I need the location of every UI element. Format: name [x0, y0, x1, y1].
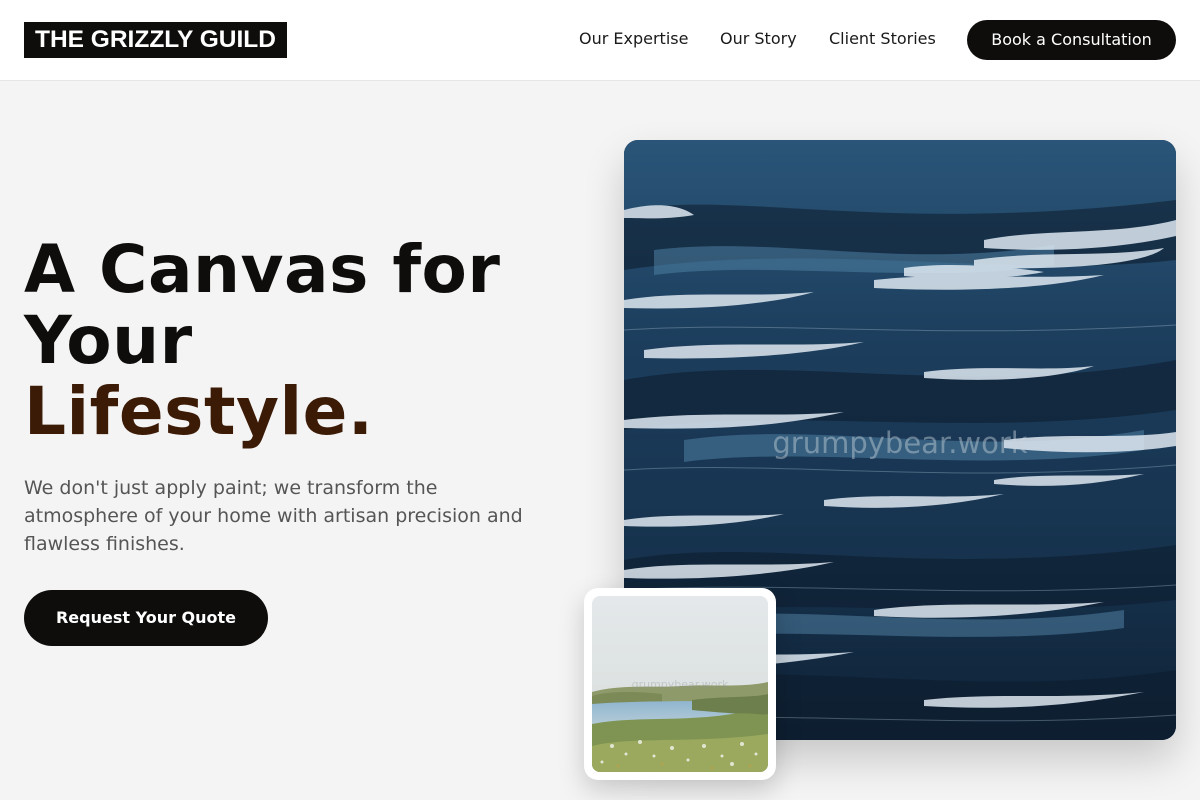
book-consultation-button[interactable]: Book a Consultation [967, 20, 1176, 60]
landscape-painting-image: grumpybear.work [592, 596, 768, 772]
image-watermark: grumpybear.work [772, 426, 1028, 460]
nav-link-our-expertise[interactable]: Our Expertise [579, 29, 688, 49]
site-logo[interactable]: THE GRIZZLY GUILD [24, 22, 287, 58]
hero-title-accent: Lifestyle. [24, 373, 374, 450]
nav-link-our-story[interactable]: Our Story [720, 29, 797, 49]
hero-title-line-2: Your [24, 302, 193, 379]
request-quote-button[interactable]: Request Your Quote [24, 590, 268, 646]
hero-title-line-1: A Canvas for [24, 231, 501, 308]
landscape-thumbnail: grumpybear.work [584, 588, 776, 780]
hero-subtitle: We don't just apply paint; we transform … [24, 477, 523, 555]
thumbnail-watermark: grumpybear.work [631, 678, 729, 691]
hero-title: A Canvas for Your Lifestyle. [24, 234, 584, 447]
nav-link-client-stories[interactable]: Client Stories [829, 29, 936, 49]
navbar: THE GRIZZLY GUILD Our Expertise Our Stor… [0, 0, 1200, 81]
